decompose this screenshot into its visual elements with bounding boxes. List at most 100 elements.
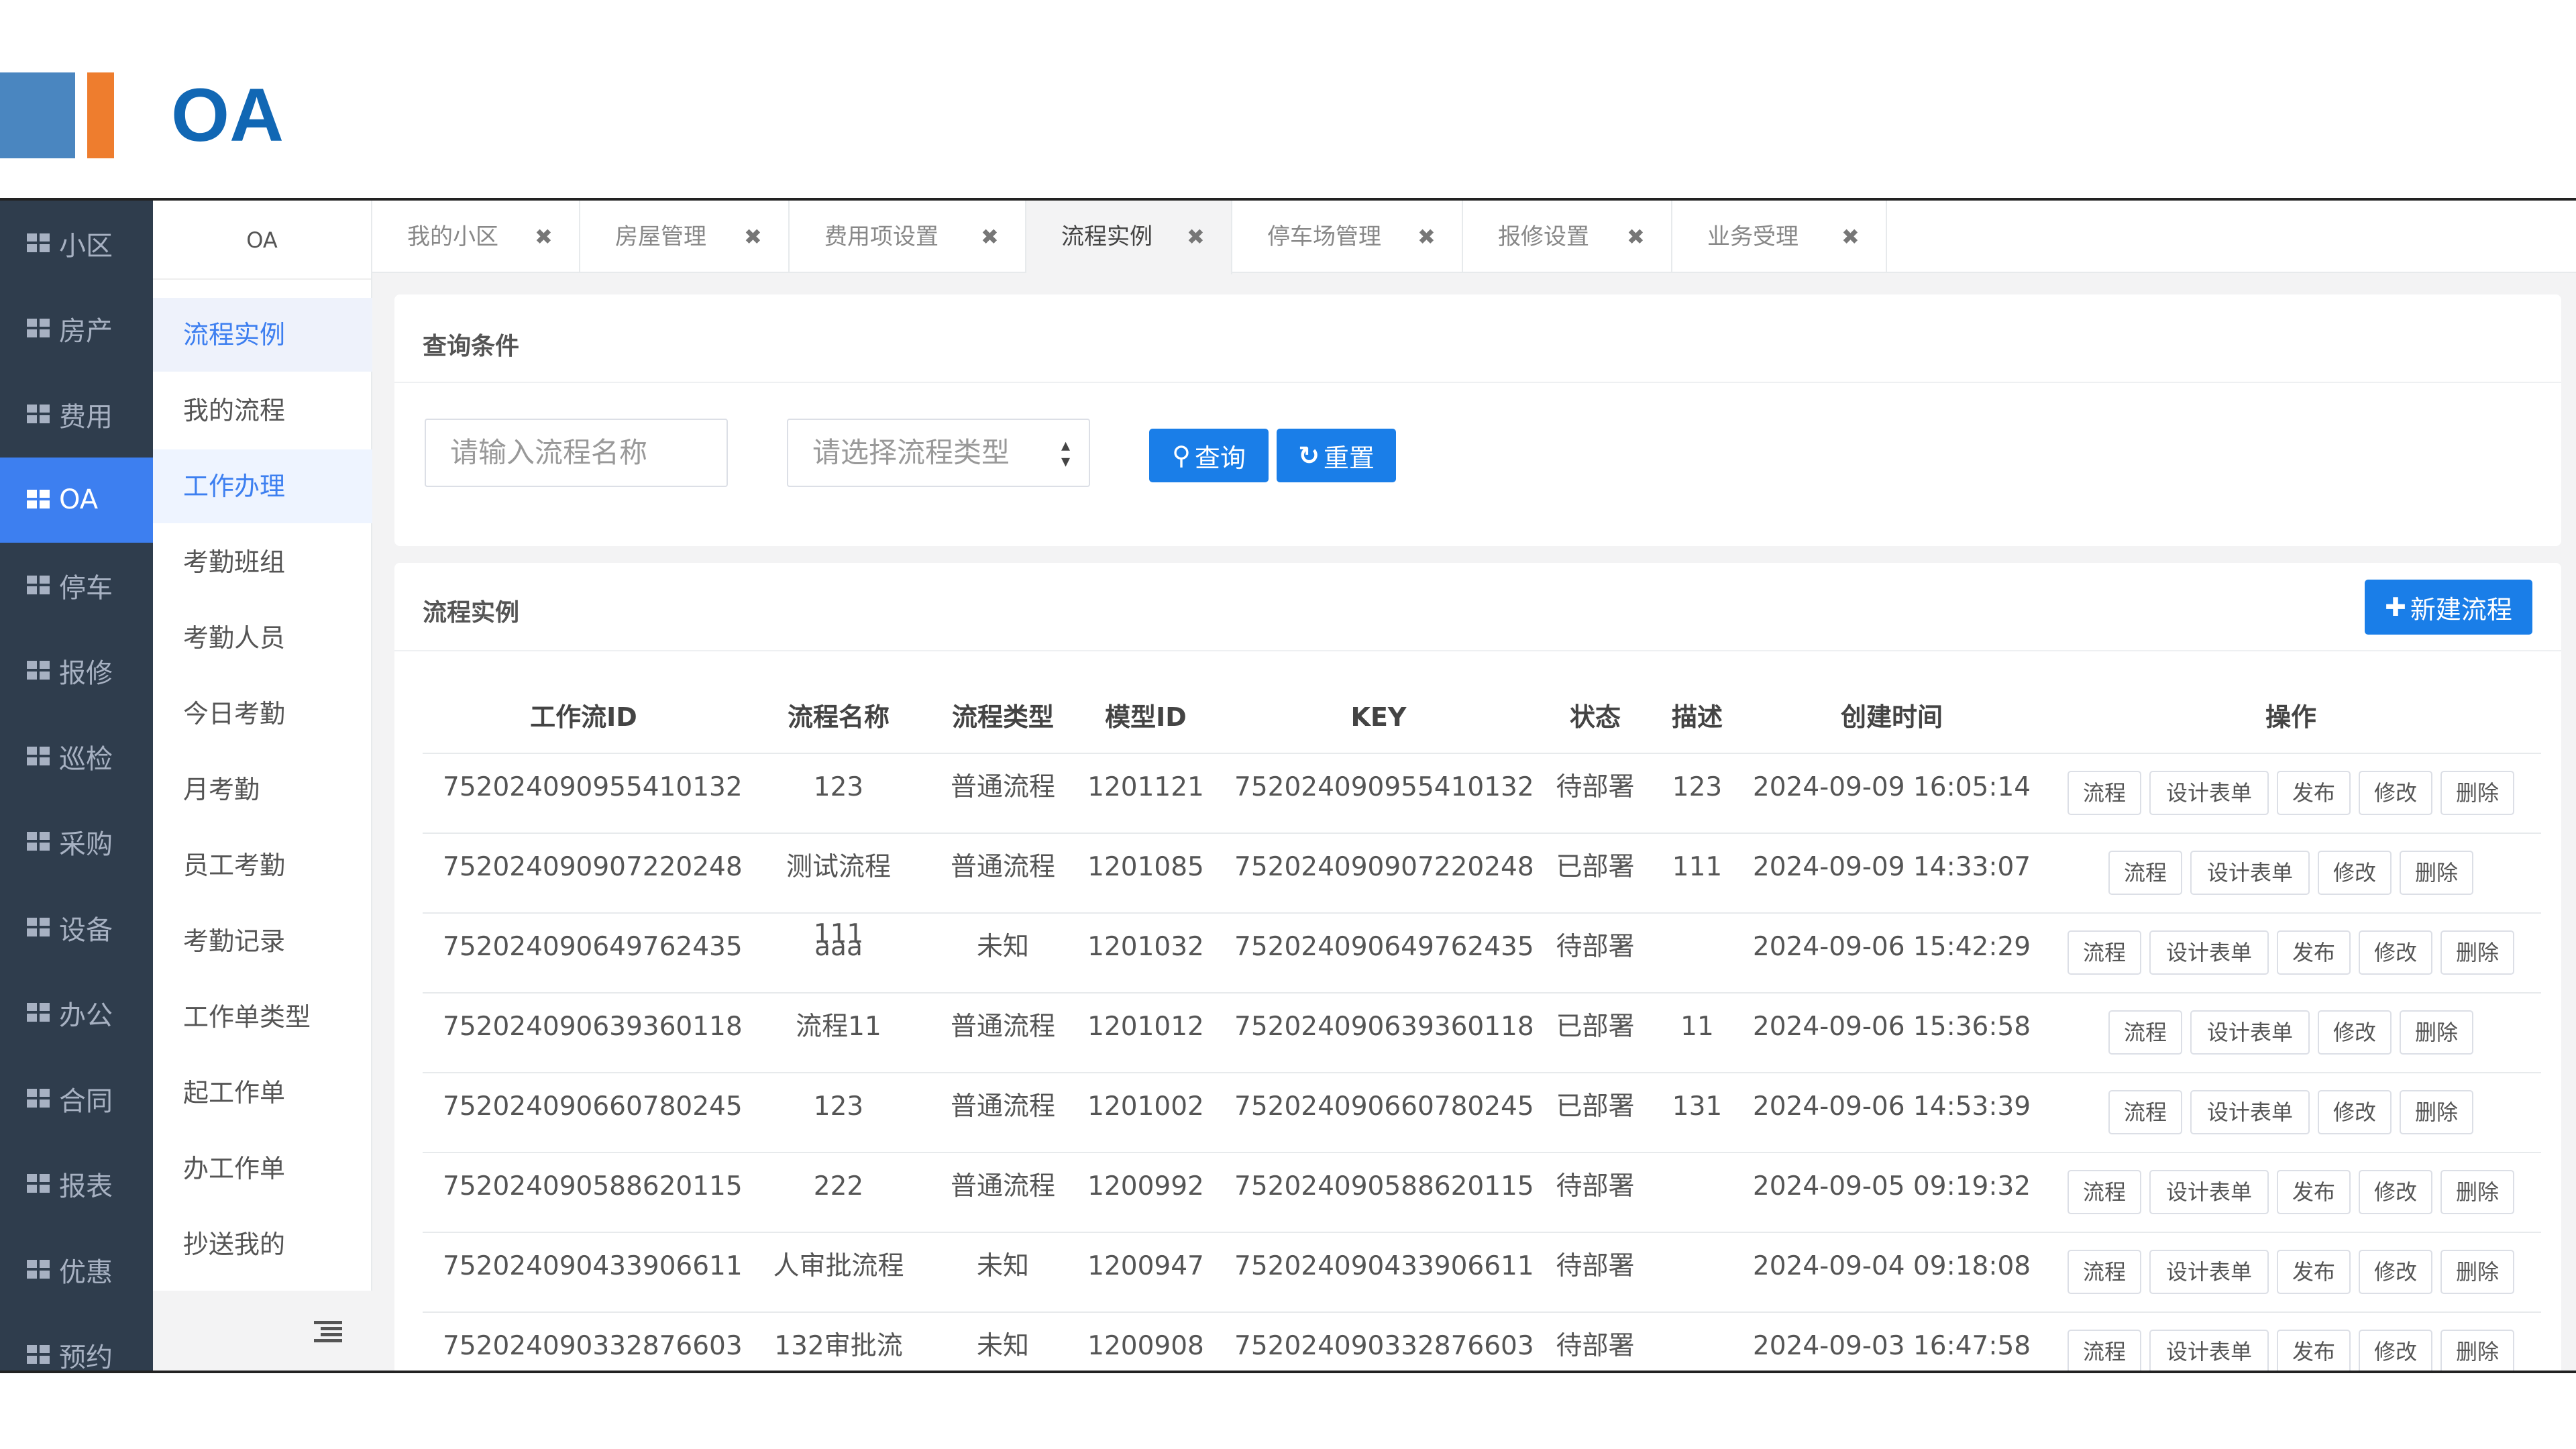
- action-button-删除[interactable]: 删除: [2440, 930, 2514, 975]
- tab-3[interactable]: 流程实例 ✖: [1026, 201, 1232, 274]
- cell-id: 752024090588620115: [443, 1171, 743, 1201]
- action-button-发布[interactable]: 发布: [2277, 1250, 2351, 1294]
- cell-key: 752024090588620115: [1234, 1171, 1534, 1201]
- close-icon[interactable]: ✖: [744, 201, 762, 273]
- nav-item-3[interactable]: OA: [0, 457, 153, 543]
- submenu-item-12[interactable]: 抄送我的: [153, 1208, 372, 1281]
- action-button-设计表单[interactable]: 设计表单: [2149, 771, 2269, 815]
- submenu-item-9[interactable]: 工作单类型: [153, 980, 372, 1054]
- tab-4[interactable]: 停车场管理 ✖: [1232, 201, 1463, 273]
- submenu-item-8[interactable]: 考勤记录: [153, 904, 372, 978]
- nav-item-12[interactable]: 优惠: [0, 1227, 153, 1312]
- tab-label: 房屋管理: [615, 223, 706, 250]
- flow-type-select[interactable]: 请选择流程类型 ▴ ▾: [787, 419, 1090, 487]
- grid-icon: [27, 832, 51, 852]
- tab-5[interactable]: 报修设置 ✖: [1463, 201, 1672, 273]
- flow-name-input[interactable]: 请输入流程名称: [425, 419, 728, 487]
- cell-created: 2024-09-06 15:42:29: [1752, 932, 2031, 962]
- action-button-删除[interactable]: 删除: [2400, 851, 2473, 895]
- submenu-item-0[interactable]: 流程实例: [153, 298, 372, 372]
- cell-desc: [1657, 914, 1737, 994]
- action-button-流程[interactable]: 流程: [2068, 771, 2141, 815]
- action-button-发布[interactable]: 发布: [2277, 771, 2351, 815]
- nav-item-8[interactable]: 设备: [0, 885, 153, 970]
- tab-1[interactable]: 房屋管理 ✖: [580, 201, 790, 273]
- submenu-item-3[interactable]: 考勤班组: [153, 525, 372, 599]
- column-header: 状态: [1569, 702, 1621, 732]
- submenu-item-1[interactable]: 我的流程: [153, 374, 372, 447]
- nav-item-11[interactable]: 报表: [0, 1142, 153, 1227]
- close-icon[interactable]: ✖: [1627, 201, 1645, 273]
- close-icon[interactable]: ✖: [981, 201, 999, 273]
- nav-item-6[interactable]: 巡检: [0, 714, 153, 799]
- nav-item-7[interactable]: 采购: [0, 800, 153, 885]
- action-button-删除[interactable]: 删除: [2400, 1090, 2473, 1134]
- nav-item-10[interactable]: 合同: [0, 1056, 153, 1141]
- action-button-发布[interactable]: 发布: [2277, 930, 2351, 975]
- action-button-修改[interactable]: 修改: [2318, 1090, 2392, 1134]
- action-button-流程[interactable]: 流程: [2108, 1010, 2182, 1055]
- action-button-删除[interactable]: 删除: [2440, 1170, 2514, 1214]
- close-icon[interactable]: ✖: [1187, 201, 1205, 273]
- action-button-流程[interactable]: 流程: [2108, 1090, 2182, 1134]
- action-button-设计表单[interactable]: 设计表单: [2190, 851, 2310, 895]
- grid-icon: [27, 917, 51, 938]
- action-button-流程[interactable]: 流程: [2068, 930, 2141, 975]
- submenu-item-2[interactable]: 工作办理: [153, 449, 372, 523]
- search-button[interactable]: ⚲ 查询: [1149, 429, 1269, 482]
- nav-item-4[interactable]: 停车: [0, 543, 153, 628]
- action-button-删除[interactable]: 删除: [2440, 1250, 2514, 1294]
- action-button-修改[interactable]: 修改: [2318, 1010, 2392, 1055]
- submenu-item-6[interactable]: 月考勤: [153, 753, 372, 826]
- action-button-修改[interactable]: 修改: [2359, 771, 2432, 815]
- action-button-流程[interactable]: 流程: [2068, 1170, 2141, 1214]
- action-button-设计表单[interactable]: 设计表单: [2190, 1010, 2310, 1055]
- close-icon[interactable]: ✖: [1841, 201, 1860, 273]
- tab-2[interactable]: 费用项设置 ✖: [790, 201, 1026, 273]
- nav-item-5[interactable]: 报修: [0, 629, 153, 714]
- submenu-item-11[interactable]: 办工作单: [153, 1132, 372, 1205]
- close-icon[interactable]: ✖: [535, 201, 553, 273]
- select-arrow-icon: ▴ ▾: [1061, 435, 1070, 472]
- table-row: 752024090588620115 222 普通流程 1200992 75202409…: [423, 1152, 2541, 1232]
- action-button-设计表单[interactable]: 设计表单: [2149, 1250, 2269, 1294]
- action-button-流程[interactable]: 流程: [2108, 851, 2182, 895]
- submenu-item-10[interactable]: 起工作单: [153, 1056, 372, 1130]
- action-button-修改[interactable]: 修改: [2359, 1330, 2432, 1371]
- action-button-设计表单[interactable]: 设计表单: [2149, 1330, 2269, 1371]
- table-row: 752024090649762435 aaa 未知 1201032 7520240906…: [423, 912, 2541, 992]
- nav-item-2[interactable]: 费用: [0, 372, 153, 457]
- nav-item-label: 合同: [59, 1085, 113, 1117]
- nav-item-13[interactable]: 预约: [0, 1313, 153, 1371]
- tab-0[interactable]: 我的小区 ✖: [372, 201, 580, 273]
- tab-6[interactable]: 业务受理 ✖: [1672, 201, 1887, 273]
- nav-item-0[interactable]: 小区: [0, 201, 153, 286]
- reset-button[interactable]: ↻ 重置: [1277, 429, 1396, 482]
- nav-item-1[interactable]: 房产: [0, 286, 153, 372]
- action-button-修改[interactable]: 修改: [2359, 930, 2432, 975]
- submenu-item-5[interactable]: 今日考勤: [153, 677, 372, 751]
- grid-icon: [27, 404, 51, 425]
- collapse-menu-icon[interactable]: [314, 1321, 342, 1342]
- action-button-发布[interactable]: 发布: [2277, 1170, 2351, 1214]
- action-button-设计表单[interactable]: 设计表单: [2149, 1170, 2269, 1214]
- submenu: OA 流程实例 我的流程 工作办理 考勤班组 考勤人员 今日考勤 月考勤 员工考勤 考勤记录 工作…: [153, 201, 372, 1371]
- grid-icon: [27, 490, 51, 510]
- action-button-流程[interactable]: 流程: [2068, 1330, 2141, 1371]
- action-button-修改[interactable]: 修改: [2359, 1250, 2432, 1294]
- action-button-修改[interactable]: 修改: [2359, 1170, 2432, 1214]
- action-button-删除[interactable]: 删除: [2400, 1010, 2473, 1055]
- action-button-删除[interactable]: 删除: [2440, 1330, 2514, 1371]
- action-button-设计表单[interactable]: 设计表单: [2149, 930, 2269, 975]
- new-flow-button[interactable]: ✚ 新建流程: [2365, 580, 2532, 635]
- action-button-删除[interactable]: 删除: [2440, 771, 2514, 815]
- close-icon[interactable]: ✖: [1417, 201, 1436, 273]
- action-button-设计表单[interactable]: 设计表单: [2190, 1090, 2310, 1134]
- action-button-流程[interactable]: 流程: [2068, 1250, 2141, 1294]
- action-button-发布[interactable]: 发布: [2277, 1330, 2351, 1371]
- submenu-item-7[interactable]: 员工考勤: [153, 828, 372, 902]
- submenu-item-4[interactable]: 考勤人员: [153, 601, 372, 675]
- reset-button-label: 重置: [1323, 443, 1375, 473]
- nav-item-9[interactable]: 办公: [0, 971, 153, 1056]
- action-button-修改[interactable]: 修改: [2318, 851, 2392, 895]
